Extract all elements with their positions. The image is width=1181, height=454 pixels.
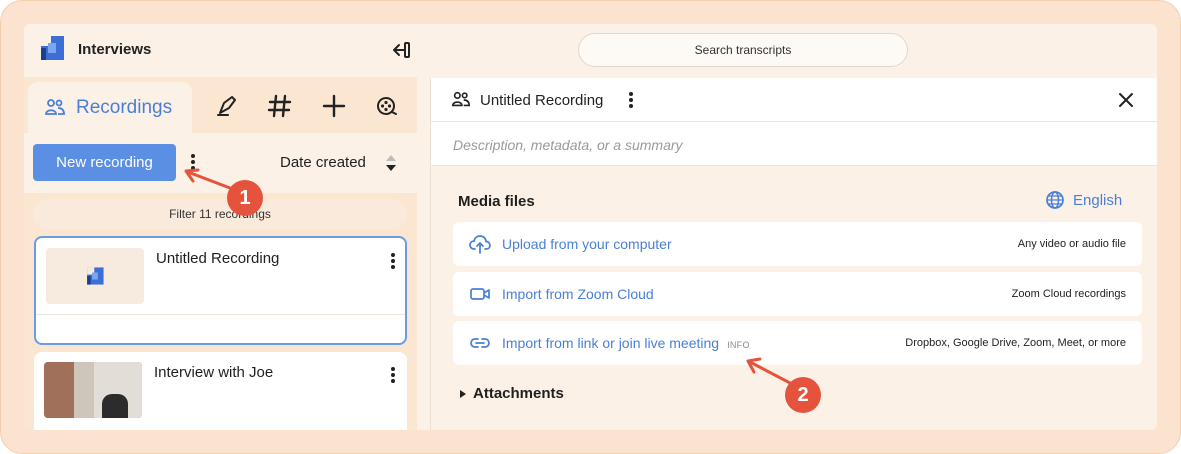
tab-bar: Recordings [24,77,417,134]
recording-options-icon[interactable] [390,367,396,385]
tab-recordings-label: Recordings [76,97,173,118]
globe-icon [1046,191,1064,209]
new-recording-button[interactable]: New recording [33,144,176,181]
link-icon [470,338,490,348]
sort-label[interactable]: Date created [280,154,366,171]
description-placeholder: Description, metadata, or a summary [453,137,683,153]
collapse-sidebar-icon[interactable] [390,39,412,61]
recording-thumbnail [44,362,142,418]
tab-recordings[interactable]: Recordings [28,82,192,134]
upload-from-computer-option[interactable]: Upload from your computer Any video or a… [453,222,1142,266]
video-camera-icon [470,288,490,300]
attachments-label: Attachments [473,385,564,402]
users-icon [45,99,65,115]
language-label: English [1073,191,1123,209]
recording-menu-icon[interactable] [628,92,634,110]
left-panel: Recordings New recording Date created Fi… [24,77,417,430]
app-window: Interviews Recordings [24,24,1157,430]
close-icon[interactable] [1117,91,1135,109]
highlighter-icon[interactable] [214,93,240,119]
recording-title-heading[interactable]: Untitled Recording [480,92,603,109]
hashtag-icon[interactable] [267,93,293,119]
option-detail: Zoom Cloud recordings [1011,288,1126,300]
option-label: Import from Zoom Cloud [502,286,654,302]
option-label: Upload from your computer [502,236,672,252]
users-icon [451,91,471,107]
attachments-toggle[interactable]: Attachments [459,385,564,402]
recording-title: Untitled Recording [156,250,280,267]
filter-recordings[interactable]: Filter 11 recordings [33,199,407,229]
search-input[interactable] [578,33,908,67]
caret-right-icon [460,389,466,398]
language-selector[interactable]: English [1045,190,1122,210]
card-divider [36,314,405,315]
import-zoom-cloud-option[interactable]: Import from Zoom Cloud Zoom Cloud record… [453,272,1142,316]
recording-card[interactable]: Interview with Joe [34,352,407,430]
option-detail: Dropbox, Google Drive, Zoom, Meet, or mo… [905,337,1126,349]
app-title: Interviews [78,41,152,58]
app-logo-icon [87,267,104,285]
recording-thumbnail [46,248,144,304]
media-files-heading: Media files [458,193,535,210]
app-logo-icon [41,36,64,60]
plus-icon[interactable] [321,93,347,119]
recording-title: Interview with Joe [154,364,274,381]
recording-card[interactable]: Untitled Recording [34,236,407,345]
recording-header: Untitled Recording [431,78,1157,122]
option-label: Import from link or join live meeting INF… [502,335,750,351]
description-field[interactable]: Description, metadata, or a summary [431,122,1157,166]
film-reel-icon[interactable] [374,93,400,119]
cloud-upload-icon [469,235,491,254]
recording-options-icon[interactable] [390,253,396,271]
annotation-badge: 1 [227,180,263,216]
option-detail: Any video or audio file [1017,238,1126,250]
info-link[interactable]: INFO [727,340,750,350]
annotation-badge: 2 [785,377,821,413]
sort-arrows-icon[interactable] [384,152,398,174]
